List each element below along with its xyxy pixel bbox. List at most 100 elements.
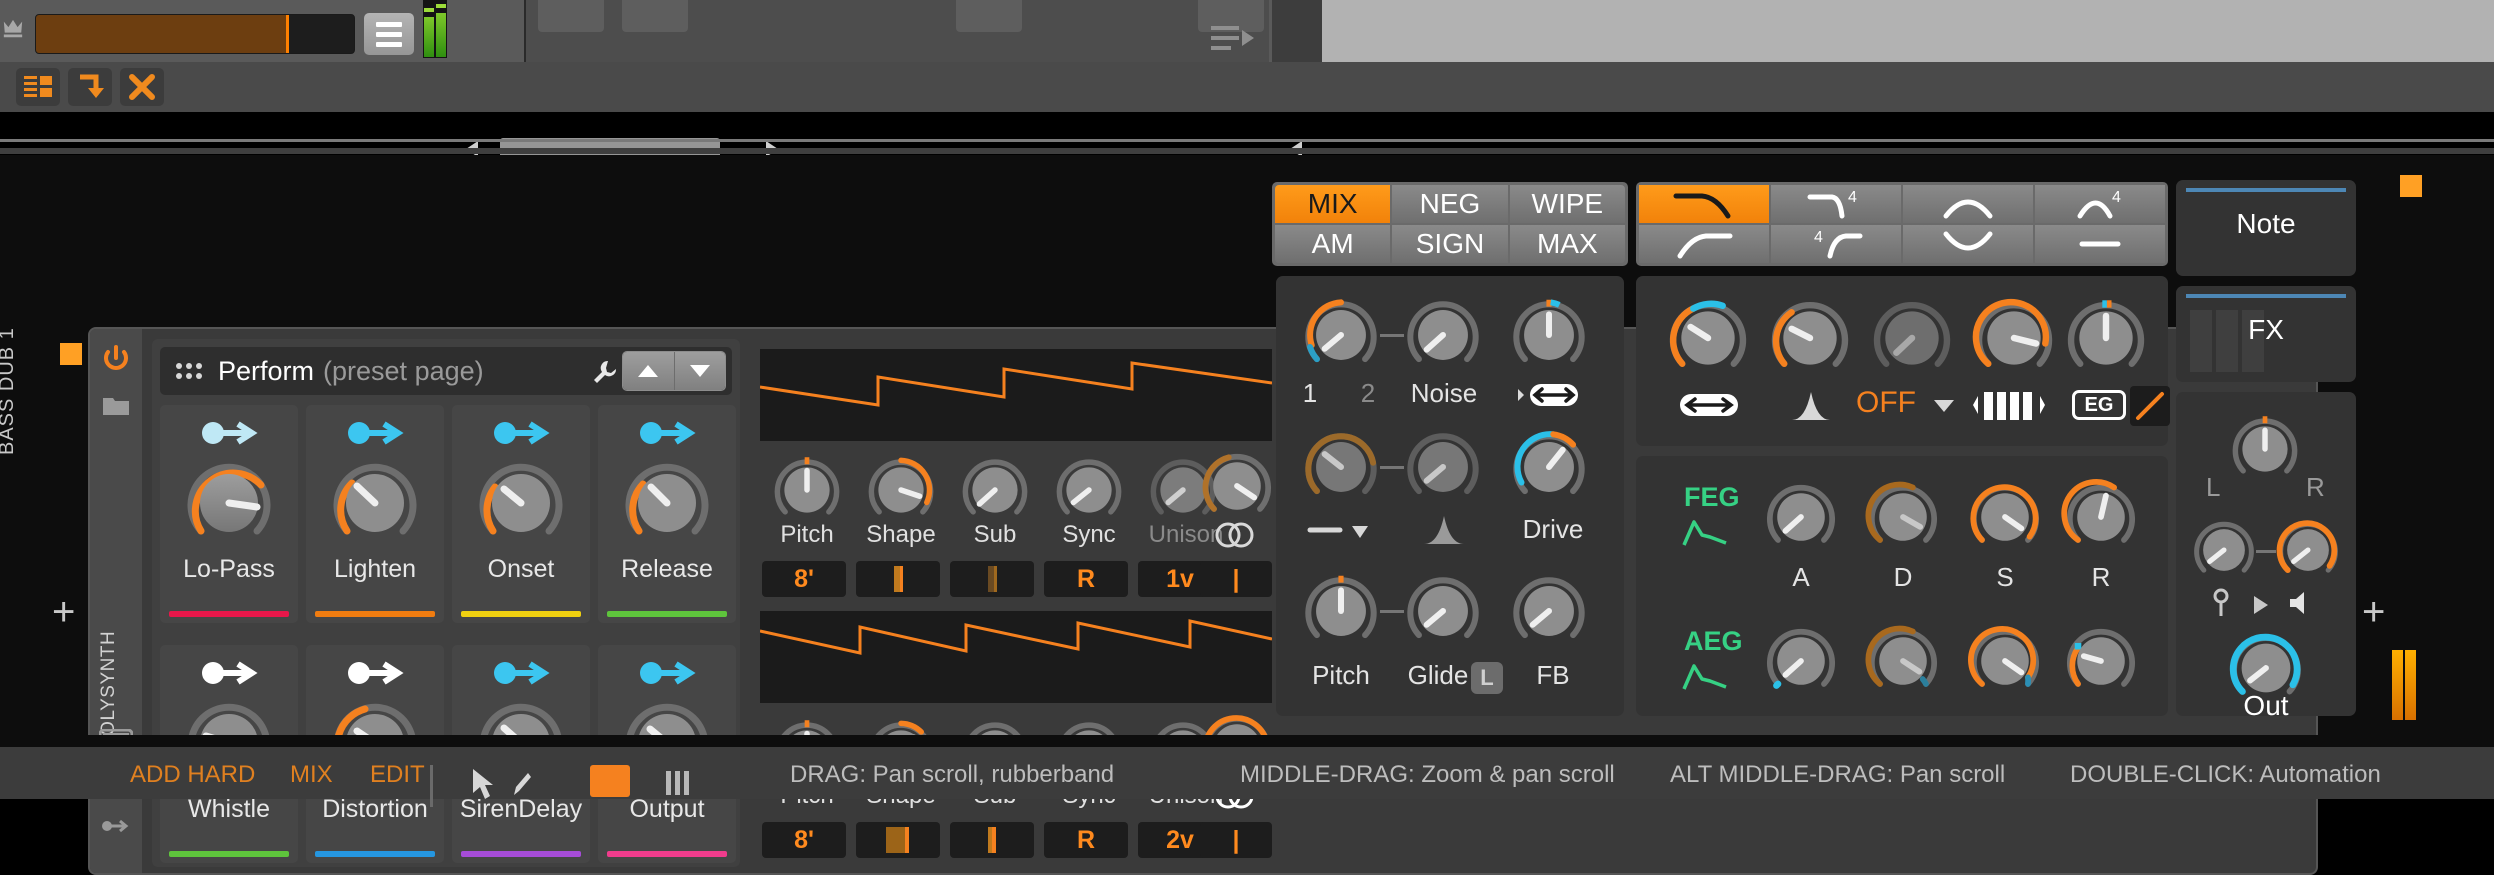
bandpass-2pole-icon[interactable] xyxy=(1903,185,2033,223)
slope-icon[interactable] xyxy=(2130,386,2170,426)
highpass-2pole-icon[interactable] xyxy=(1639,225,1769,263)
volume-send-knob[interactable] xyxy=(2272,514,2344,586)
filter-mode-knob[interactable] xyxy=(1866,292,1958,384)
lowpass-4pole-icon[interactable]: 4 xyxy=(1771,185,1901,223)
clip-slot[interactable] xyxy=(538,0,604,32)
filter-keytrack-knob[interactable] xyxy=(1968,292,2060,384)
layout-icon[interactable] xyxy=(16,68,60,106)
aeg-release-knob[interactable] xyxy=(2060,620,2142,702)
noise-knob[interactable] xyxy=(1400,292,1486,378)
glide-knob[interactable] xyxy=(1400,568,1486,654)
modulation-arrow-icon[interactable] xyxy=(101,811,131,841)
osc-balance-knob[interactable] xyxy=(1298,292,1384,378)
mix-mode-max[interactable]: MAX xyxy=(1510,225,1625,263)
bandpass-4pole-icon[interactable]: 4 xyxy=(2035,185,2165,223)
osc2-waveform-display[interactable] xyxy=(760,611,1272,703)
osc1-shape-knob[interactable] xyxy=(862,451,940,529)
osc1-pitch-knob[interactable] xyxy=(768,451,846,529)
osc1-waveshape-button[interactable] xyxy=(856,561,940,597)
bypass-icon[interactable] xyxy=(2035,225,2165,263)
chevron-down-icon[interactable] xyxy=(1932,398,1956,414)
clip-slot[interactable] xyxy=(622,0,688,32)
send-a-knob[interactable] xyxy=(2188,514,2260,586)
osc2-sync-button[interactable]: R xyxy=(1044,822,1128,858)
fold-down-icon[interactable] xyxy=(68,68,112,106)
osc1-waveform-display[interactable] xyxy=(760,349,1272,441)
audio-fx-slot[interactable]: FX xyxy=(2176,286,2356,382)
keytrack-icon[interactable] xyxy=(1972,388,2052,422)
mix-mode-wipe[interactable]: WIPE xyxy=(1510,185,1625,223)
perform-knob[interactable] xyxy=(471,453,571,553)
perform-cell[interactable]: Release xyxy=(598,405,736,623)
perform-knob[interactable] xyxy=(179,453,279,553)
lowpass-2pole-icon[interactable] xyxy=(1639,185,1769,223)
note-fx-slot[interactable]: Note xyxy=(2176,180,2356,276)
filter-resonance-knob[interactable] xyxy=(1764,292,1856,384)
arranger-region[interactable] xyxy=(1272,0,2494,62)
mix-mode-am[interactable]: AM xyxy=(1275,225,1390,263)
preset-page-up-button[interactable] xyxy=(623,352,674,390)
notch-icon[interactable] xyxy=(1903,225,2033,263)
stereo-width-knob[interactable] xyxy=(1506,292,1592,378)
power-icon[interactable] xyxy=(101,343,131,373)
aeg-decay-knob[interactable] xyxy=(1862,620,1944,702)
osc1-sync-knob[interactable] xyxy=(1050,451,1128,529)
perform-cell[interactable]: Lighten xyxy=(306,405,444,623)
preset-page-down-button[interactable] xyxy=(674,352,726,390)
filter-mode-value[interactable]: OFF xyxy=(1856,386,1916,420)
pan-knob[interactable] xyxy=(2226,410,2304,488)
mix-mode-mix[interactable]: MIX xyxy=(1275,185,1390,223)
perform-cell[interactable]: Onset xyxy=(452,405,590,623)
perform-knob[interactable] xyxy=(325,453,425,553)
aeg-attack-knob[interactable] xyxy=(1760,620,1842,702)
highpass-4pole-icon[interactable]: 4 xyxy=(1771,225,1901,263)
perform-knob[interactable] xyxy=(617,453,717,553)
status-edit[interactable]: EDIT xyxy=(370,761,425,789)
osc2-waveshape-button[interactable] xyxy=(856,822,940,858)
clip-slot[interactable] xyxy=(956,0,1022,32)
folder-icon[interactable] xyxy=(101,391,131,421)
feg-sustain-knob[interactable] xyxy=(1964,476,2046,558)
osc1-sub-knob[interactable] xyxy=(956,451,1034,529)
track-menu-button[interactable] xyxy=(364,13,414,55)
track-clip-bar[interactable] xyxy=(35,14,355,54)
width-arrow-icon[interactable] xyxy=(1678,390,1740,420)
speaker-icon[interactable] xyxy=(2286,590,2316,616)
perform-header[interactable]: Perform (preset page) xyxy=(160,347,732,395)
osc1-phase-button[interactable]: | xyxy=(1200,561,1272,597)
width-arrow-icon[interactable] xyxy=(1516,380,1582,410)
add-device-right-button[interactable]: + xyxy=(2362,592,2385,632)
pitch-knob[interactable] xyxy=(1298,568,1384,654)
noise-type-knob[interactable] xyxy=(1298,424,1384,510)
play-small-icon[interactable] xyxy=(2250,594,2272,616)
osc1-sync-button[interactable]: R xyxy=(1044,561,1128,597)
key-icon[interactable] xyxy=(2208,588,2234,618)
drive-knob[interactable] xyxy=(1506,424,1592,510)
status-add-hard[interactable]: ADD HARD xyxy=(130,761,255,789)
arranger-timeline[interactable] xyxy=(1322,0,2494,62)
osc2-subshape-button[interactable] xyxy=(950,822,1034,858)
feedback-knob[interactable] xyxy=(1506,568,1592,654)
filter-cutoff-knob[interactable] xyxy=(1662,292,1754,384)
record-arm-indicator[interactable] xyxy=(590,765,630,797)
glide-legato-badge[interactable]: L xyxy=(1471,662,1503,694)
filter-type-grid[interactable]: 4 4 4 xyxy=(1636,182,2168,266)
osc2-octave-button[interactable]: 8' xyxy=(762,822,846,858)
preset-page-stepper[interactable] xyxy=(622,351,726,391)
perform-cell[interactable]: Lo-Pass xyxy=(160,405,298,623)
status-mix[interactable]: MIX xyxy=(290,761,333,789)
feg-release-knob[interactable] xyxy=(2060,476,2142,558)
feg-attack-knob[interactable] xyxy=(1760,476,1842,558)
osc1-octave-button[interactable]: 8' xyxy=(762,561,846,597)
osc2-phase-button[interactable]: | xyxy=(1200,822,1272,858)
aeg-sustain-knob[interactable] xyxy=(1964,620,2046,702)
eg-badge[interactable]: EG xyxy=(2072,390,2126,420)
add-device-left-button[interactable]: + xyxy=(52,592,75,632)
osc1-subshape-button[interactable] xyxy=(950,561,1034,597)
line-dropdown-icon[interactable] xyxy=(1306,516,1376,544)
drag-handle-icon[interactable] xyxy=(176,363,202,379)
noise-color-knob[interactable] xyxy=(1400,424,1486,510)
mix-mode-grid[interactable]: MIX NEG WIPE AM SIGN MAX xyxy=(1272,182,1628,266)
osc1-phase-knob[interactable] xyxy=(1196,445,1278,527)
close-icon[interactable] xyxy=(120,68,164,106)
